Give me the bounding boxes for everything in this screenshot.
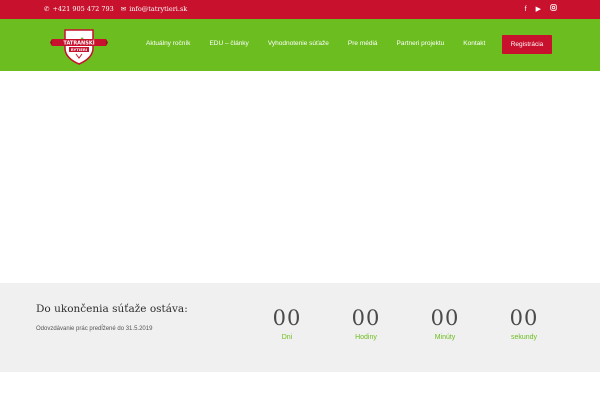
primary-menu: Aktuálny ročník EDU – články Vyhodnoteni… [146, 40, 504, 47]
countdown-hours: 00 Hodiny [336, 305, 396, 341]
hours-value: 00 [351, 306, 381, 330]
hours-label: Hodiny [355, 334, 377, 341]
youtube-icon[interactable]: ▶ [536, 5, 541, 15]
seconds-value: 00 [509, 306, 539, 330]
days-label: Dni [281, 334, 293, 341]
countdown-seconds: 00 sekundy [494, 305, 554, 341]
instagram-icon[interactable] [550, 4, 557, 15]
contact-info: ✆ +421 905 472 793 ✉ info@tatrytieri.sk [44, 5, 187, 13]
countdown-section: Do ukončenia súťaže ostáva: Odovzdávanie… [0, 283, 600, 372]
days-value: 00 [272, 306, 302, 330]
social-links: f ▶ [525, 4, 557, 15]
nav-item-partneri[interactable]: Partneri projektu [397, 40, 445, 47]
hero-area [0, 71, 600, 283]
phone-icon: ✆ [44, 5, 50, 13]
nav-item-pre-media[interactable]: Pre médiá [348, 40, 378, 47]
top-bar: ✆ +421 905 472 793 ✉ info@tatrytieri.sk … [0, 0, 600, 19]
mail-icon: ✉ [120, 5, 127, 13]
phone-number: +421 905 472 793 [52, 5, 114, 13]
site-logo[interactable]: TATRANSKÍ RYTIERI [50, 24, 108, 66]
nav-item-edu-clanky[interactable]: EDU – články [209, 40, 248, 47]
svg-text:TATRANSKÍ: TATRANSKÍ [63, 39, 94, 47]
minutes-value: 00 [430, 306, 460, 330]
countdown-title: Do ukončenia súťaže ostáva: [36, 303, 188, 315]
email-link[interactable]: ✉ info@tatrytieri.sk [121, 5, 187, 13]
svg-text:RYTIERI: RYTIERI [71, 47, 88, 52]
nav-item-kontakt[interactable]: Kontakt [463, 40, 485, 47]
facebook-icon[interactable]: f [525, 5, 527, 15]
bottom-area [0, 372, 600, 400]
registration-button[interactable]: Registrácia [502, 35, 552, 54]
seconds-label: sekundy [510, 334, 538, 341]
minutes-label: Minúty [434, 334, 456, 341]
countdown-days: 00 Dni [257, 305, 317, 341]
phone-link[interactable]: ✆ +421 905 472 793 [44, 5, 114, 13]
nav-item-vyhodnotenie[interactable]: Vyhodnotenie súťaže [268, 40, 329, 47]
nav-item-aktualny-rocnik[interactable]: Aktuálny ročník [146, 40, 190, 47]
countdown-subtitle: Odovzdávanie prác predĺžené do 31.5.2019 [36, 326, 153, 332]
countdown-minutes: 00 Minúty [415, 305, 475, 341]
email-address: info@tatrytieri.sk [129, 5, 188, 13]
